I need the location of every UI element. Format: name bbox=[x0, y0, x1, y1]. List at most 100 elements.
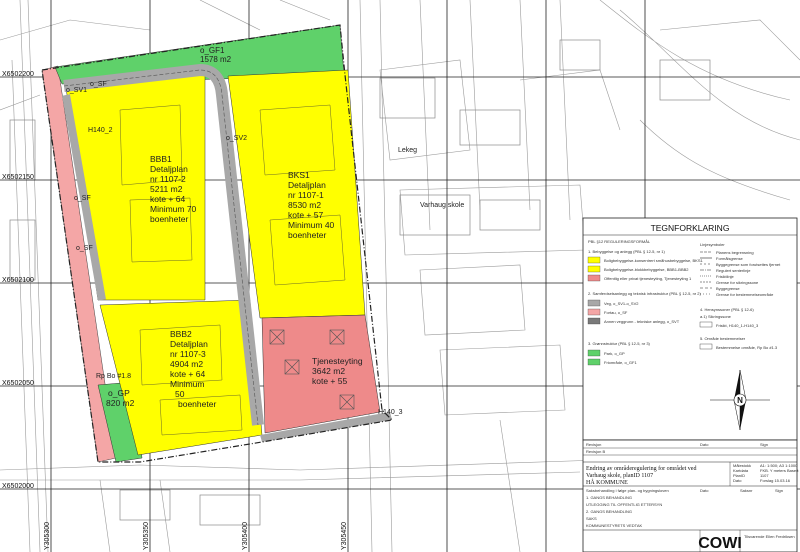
legend-item: 5. Område bestemmelser bbox=[700, 336, 746, 341]
coord-label-y: X6502050 bbox=[2, 380, 34, 387]
bbb2-line: nr 1107-3 bbox=[170, 349, 206, 359]
legend-linje: Grense for bestemmelseområde bbox=[716, 292, 774, 297]
tb-step: 1. GANGS BEHANDLING bbox=[586, 495, 632, 500]
legend-swatch-park bbox=[587, 349, 601, 357]
tb-step: 2. GANGS BEHANDLING bbox=[586, 509, 632, 514]
legend-title: TEGNFORKLARING bbox=[651, 223, 730, 233]
legend-item: Boligbebyggelse-blokkbebyggelse, BBB1-BB… bbox=[604, 267, 689, 272]
legend: TEGNFORKLARING PBL §12 REGULERINGSFORMÅL… bbox=[582, 217, 798, 441]
gf1-area: 1578 m2 bbox=[200, 55, 232, 64]
tj-line: kote + 55 bbox=[312, 376, 347, 386]
h140-3-label: H140_3 bbox=[378, 409, 403, 416]
tb-title-2: Varhaug skole, planID 1107 bbox=[586, 473, 653, 479]
bbb2-line: boenheter bbox=[178, 399, 216, 409]
legend-linje: Byggegrense bbox=[716, 286, 740, 291]
sv1-label: o_SV1 bbox=[66, 87, 87, 94]
company-logo: COWI bbox=[698, 535, 742, 552]
zoning-map: X6502200 X6502150 X6502100 X6502050 X650… bbox=[0, 0, 800, 552]
legend-linje: Grense for sikringssone bbox=[716, 280, 759, 285]
legend-item: Boligbebyggelse-konsentrert småhusbebygg… bbox=[604, 258, 704, 263]
legend-item: Offentlig eller privat tjenesteyting, Tj… bbox=[604, 276, 692, 281]
legend-item: Friområde, o_GF1 bbox=[604, 360, 637, 365]
bbb1-line: Detaljplan bbox=[150, 164, 188, 174]
legend-linje-title: Linjesymboler bbox=[700, 242, 725, 247]
bbb2-line: 4904 m2 bbox=[170, 359, 203, 369]
tb-dato-value: Forslag 15.03.16 bbox=[760, 478, 791, 483]
legend-swatch-bks bbox=[587, 256, 601, 264]
legend-linje: Byggegrense som forutsettes fjernet bbox=[716, 262, 781, 267]
coord-label-x: Y305300 bbox=[44, 522, 51, 550]
bks1-line: boenheter bbox=[288, 230, 326, 240]
road-label: Rp Bo #1.8 bbox=[96, 373, 131, 380]
coord-label-x: Y305350 bbox=[143, 522, 150, 550]
bbb1-line: boenheter bbox=[150, 214, 188, 224]
tb-col: Dato bbox=[700, 488, 709, 493]
street-label: Lekeg bbox=[398, 147, 417, 154]
bks1-label: BKS1 bbox=[288, 170, 310, 180]
school-label: Varhaug skole bbox=[420, 202, 464, 209]
bks1-line: 8530 m2 bbox=[288, 200, 321, 210]
legend-item: Bestemmelse område, Rp Bo #1.3 bbox=[716, 345, 778, 350]
tb-title-3: HÅ KOMMUNE bbox=[586, 478, 628, 486]
legend-subtitle: PBL §12 REGULERINGSFORMÅL bbox=[588, 239, 651, 244]
tb-step: SAKS bbox=[586, 516, 597, 521]
sf-label: o_SF bbox=[76, 245, 93, 252]
bks1-line: kote + 57 bbox=[288, 210, 323, 220]
gp-label: o_GP bbox=[108, 388, 130, 398]
tb-sign-header: Sign bbox=[760, 442, 768, 447]
sf-label: o_SF bbox=[74, 195, 91, 202]
legend-item: 2. Samferdselsanlegg og teknisk infrastr… bbox=[588, 291, 701, 296]
bbb1-label: BBB1 bbox=[150, 154, 172, 164]
svg-text:N: N bbox=[737, 396, 743, 405]
coord-label-y: X6502150 bbox=[2, 174, 34, 181]
legend-swatch-bbb bbox=[587, 265, 601, 273]
legend-linje: Frisiktlinje bbox=[716, 274, 735, 279]
tj-line: 3642 m2 bbox=[312, 366, 345, 376]
tb-sign-label: Tilsvarende Ellen Fredriksen bbox=[744, 534, 795, 539]
legend-item: Annen veggrunn - tekniske anlegg, o_SVT bbox=[604, 319, 680, 324]
bks1-line: Detaljplan bbox=[288, 180, 326, 190]
bbb1-line: kote + 64 bbox=[150, 194, 185, 204]
legend-swatch-veg bbox=[587, 299, 601, 307]
tb-dato-header: Dato bbox=[700, 442, 709, 447]
h140-label: H140_2 bbox=[88, 127, 113, 134]
legend-swatch-friomrade bbox=[587, 358, 601, 366]
tb-step: UTLEGGING TIL OFFENTLIG ETTERSYN bbox=[586, 502, 662, 507]
legend-item: 4. Hensynssoner (PBL § 12-6) bbox=[700, 307, 754, 312]
legend-linje: Regulert senterlinje bbox=[716, 268, 751, 273]
legend-item: a.1) Sikringssone bbox=[700, 314, 732, 319]
bbb1-line: nr 1107-2 bbox=[150, 174, 186, 184]
coord-label-x: Y305450 bbox=[341, 522, 348, 550]
tb-title-1: Endring av områderegulering for området … bbox=[586, 465, 696, 472]
tj-label: Tjenesteyting bbox=[312, 356, 363, 366]
tb-step: KOMMUNESTYRETS VEDTAK bbox=[586, 523, 642, 528]
bbb1-line: 5211 m2 bbox=[150, 184, 183, 194]
title-block: Revisjon Dato Sign Revisjon B Endring av… bbox=[582, 439, 799, 552]
gp-area: 820 m2 bbox=[106, 398, 135, 408]
bks1-line: nr 1107-1 bbox=[288, 190, 324, 200]
legend-linje: Planens begrensning bbox=[716, 250, 754, 255]
legend-item: 3. Grønnstruktur (PBL § 12-5, nr 3) bbox=[588, 341, 651, 346]
tb-col: Sign bbox=[775, 488, 783, 493]
bbb2-line: kote + 64 bbox=[170, 369, 205, 379]
legend-item: Veg, o_SV1-o_SV2 bbox=[604, 301, 639, 306]
bbb1-line: Minimum 70 bbox=[150, 204, 197, 214]
bks1-line: Minimum 40 bbox=[288, 220, 335, 230]
bbb2-line: Detaljplan bbox=[170, 339, 208, 349]
legend-item: Park, o_GP bbox=[604, 351, 625, 356]
legend-item: 1. Bebyggelse og anlegg (PBL § 12-5, nr … bbox=[588, 249, 665, 254]
legend-swatch-fortau bbox=[587, 308, 601, 316]
tb-step: Saksbehandling i følge plan- og bygnings… bbox=[586, 488, 669, 493]
tb-revisjon-label: Revisjon bbox=[586, 442, 601, 447]
coord-label-y: X6502000 bbox=[2, 483, 34, 490]
tb-rev-row: Revisjon B bbox=[586, 449, 605, 454]
legend-linje: Formålsgrense bbox=[716, 256, 743, 261]
bbb2-label: BBB2 bbox=[170, 329, 192, 339]
sv2-label: o_SV2 bbox=[226, 135, 247, 142]
legend-swatch-tj bbox=[587, 274, 601, 282]
gf1-label: o_GF1 bbox=[200, 46, 225, 55]
tb-col: Saksnr bbox=[740, 488, 753, 493]
sf-label: o_SF bbox=[90, 81, 107, 88]
bbb2-line: Minimum bbox=[170, 379, 204, 389]
coord-label-y: X6502100 bbox=[2, 277, 34, 284]
